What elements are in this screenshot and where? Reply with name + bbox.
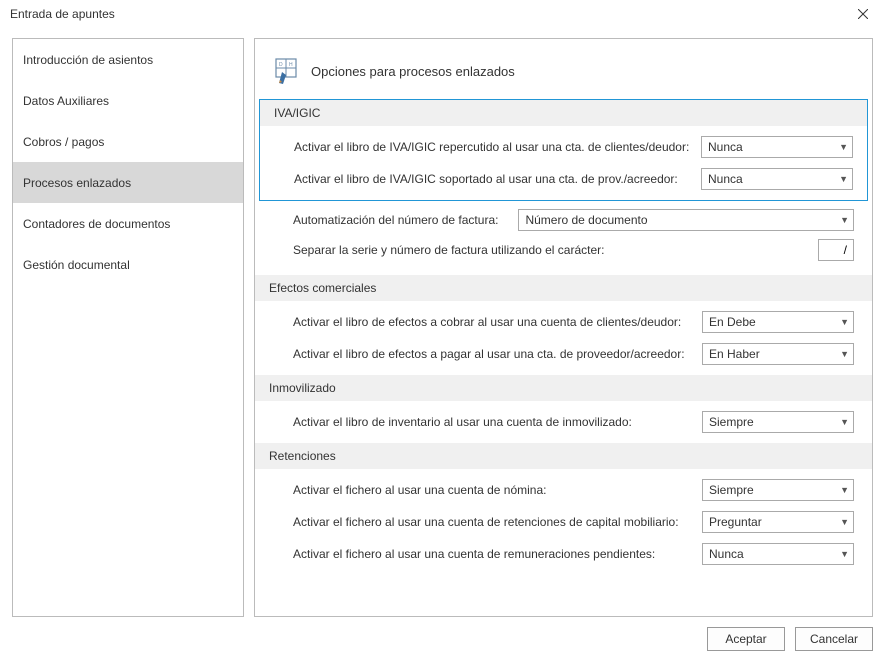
chevron-down-icon: ▼ — [840, 485, 849, 495]
sidebar-item-contadores[interactable]: Contadores de documentos — [13, 203, 243, 244]
window-title: Entrada de apuntes — [10, 7, 115, 21]
sidebar-item-introduccion[interactable]: Introducción de asientos — [13, 39, 243, 80]
chevron-down-icon: ▼ — [840, 549, 849, 559]
svg-text:D: D — [279, 62, 283, 68]
chevron-down-icon: ▼ — [840, 349, 849, 359]
row-ret-capital: Activar el fichero al usar una cuenta de… — [293, 511, 854, 533]
select-value: Preguntar — [709, 515, 762, 529]
accept-button[interactable]: Aceptar — [707, 627, 785, 651]
label-inmov-inventario: Activar el libro de inventario al usar u… — [293, 415, 702, 429]
svg-text:H: H — [289, 62, 293, 68]
select-value: Siempre — [709, 415, 754, 429]
section-header-efectos: Efectos comerciales — [255, 275, 872, 301]
label-automatizacion-factura: Automatización del número de factura: — [293, 213, 508, 227]
row-automatizacion-factura: Automatización del número de factura: Nú… — [255, 207, 872, 237]
content-panel: D H Opciones para procesos enlazados IVA… — [254, 38, 873, 617]
highlight-iva-box: IVA/IGIC Activar el libro de IVA/IGIC re… — [259, 99, 868, 201]
main-area: Introducción de asientos Datos Auxiliare… — [12, 38, 873, 617]
row-ret-remuneraciones: Activar el fichero al usar una cuenta de… — [293, 543, 854, 565]
row-efectos-pagar: Activar el libro de efectos a pagar al u… — [293, 343, 854, 365]
close-icon — [858, 9, 868, 19]
sidebar-item-procesos-enlazados[interactable]: Procesos enlazados — [13, 162, 243, 203]
row-efectos-cobrar: Activar el libro de efectos a cobrar al … — [293, 311, 854, 333]
select-iva-soportado[interactable]: Nunca ▼ — [701, 168, 853, 190]
label-efectos-pagar: Activar el libro de efectos a pagar al u… — [293, 347, 702, 361]
select-value: En Haber — [709, 347, 760, 361]
select-value: Nunca — [708, 140, 743, 154]
chevron-down-icon: ▼ — [840, 215, 849, 225]
select-efectos-cobrar[interactable]: En Debe ▼ — [702, 311, 854, 333]
row-iva-soportado: Activar el libro de IVA/IGIC soportado a… — [294, 168, 853, 190]
label-ret-capital: Activar el fichero al usar una cuenta de… — [293, 515, 702, 529]
panel-header: D H Opciones para procesos enlazados — [255, 57, 872, 99]
select-value: En Debe — [709, 315, 756, 329]
select-inmov-inventario[interactable]: Siempre ▼ — [702, 411, 854, 433]
chevron-down-icon: ▼ — [839, 142, 848, 152]
cancel-button[interactable]: Cancelar — [795, 627, 873, 651]
select-value: Nunca — [708, 172, 743, 186]
select-value: Nunca — [709, 547, 744, 561]
input-separador-caracter[interactable] — [818, 239, 854, 261]
label-iva-repercutido: Activar el libro de IVA/IGIC repercutido… — [294, 140, 701, 154]
label-ret-nomina: Activar el fichero al usar una cuenta de… — [293, 483, 702, 497]
sidebar-item-gestion-documental[interactable]: Gestión documental — [13, 244, 243, 285]
select-value: Número de documento — [525, 213, 647, 227]
chevron-down-icon: ▼ — [840, 417, 849, 427]
row-separador-caracter: Separar la serie y número de factura uti… — [255, 237, 872, 267]
label-efectos-cobrar: Activar el libro de efectos a cobrar al … — [293, 315, 702, 329]
chevron-down-icon: ▼ — [839, 174, 848, 184]
select-value: Siempre — [709, 483, 754, 497]
row-inmov-inventario: Activar el libro de inventario al usar u… — [293, 411, 854, 433]
row-ret-nomina: Activar el fichero al usar una cuenta de… — [293, 479, 854, 501]
select-ret-nomina[interactable]: Siempre ▼ — [702, 479, 854, 501]
panel-title: Opciones para procesos enlazados — [311, 64, 515, 79]
label-iva-soportado: Activar el libro de IVA/IGIC soportado a… — [294, 172, 701, 186]
footer-buttons: Aceptar Cancelar — [707, 627, 873, 651]
select-iva-repercutido[interactable]: Nunca ▼ — [701, 136, 853, 158]
sidebar-item-datos-auxiliares[interactable]: Datos Auxiliares — [13, 80, 243, 121]
chevron-down-icon: ▼ — [840, 517, 849, 527]
label-separador-caracter: Separar la serie y número de factura uti… — [293, 243, 808, 257]
sidebar: Introducción de asientos Datos Auxiliare… — [12, 38, 244, 617]
section-header-iva: IVA/IGIC — [260, 100, 867, 126]
select-ret-remuneraciones[interactable]: Nunca ▼ — [702, 543, 854, 565]
select-ret-capital[interactable]: Preguntar ▼ — [702, 511, 854, 533]
chevron-down-icon: ▼ — [840, 317, 849, 327]
section-header-inmovilizado: Inmovilizado — [255, 375, 872, 401]
select-efectos-pagar[interactable]: En Haber ▼ — [702, 343, 854, 365]
document-pencil-icon: D H — [273, 57, 301, 85]
select-automatizacion-factura[interactable]: Número de documento ▼ — [518, 209, 854, 231]
label-ret-remuneraciones: Activar el fichero al usar una cuenta de… — [293, 547, 702, 561]
sidebar-item-cobros-pagos[interactable]: Cobros / pagos — [13, 121, 243, 162]
section-header-retenciones: Retenciones — [255, 443, 872, 469]
row-iva-repercutido: Activar el libro de IVA/IGIC repercutido… — [294, 136, 853, 158]
close-button[interactable] — [847, 2, 879, 26]
title-bar: Entrada de apuntes — [0, 0, 885, 28]
